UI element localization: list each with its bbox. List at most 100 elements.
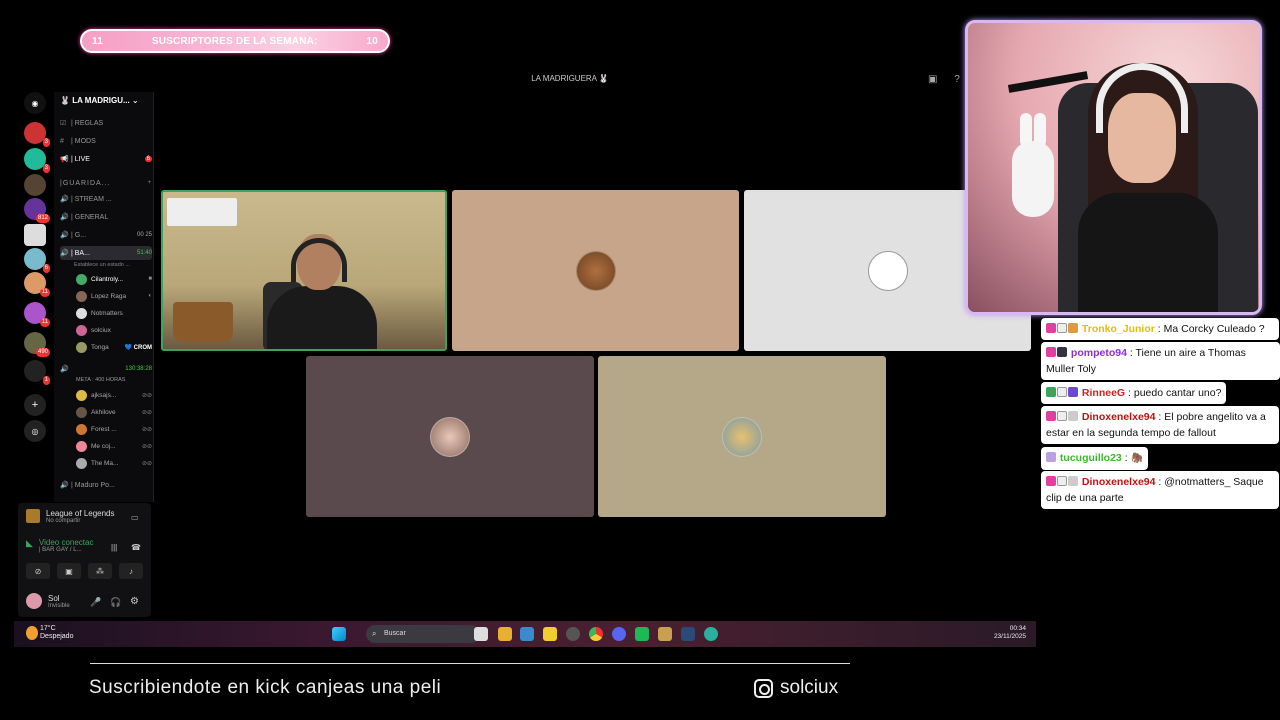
- video-tile-camera[interactable]: [161, 190, 447, 351]
- chat-username[interactable]: Dinoxenelxe94: [1082, 476, 1156, 488]
- discord-icon[interactable]: [612, 627, 626, 641]
- channel-label: | Maduro Po...: [71, 481, 115, 489]
- server-icon[interactable]: 3: [24, 122, 50, 147]
- chat-text: : El pobre angelito va a estar en la seg…: [1046, 411, 1266, 439]
- channel-general[interactable]: 🔊 | GENERAL: [60, 210, 152, 224]
- channel-mods[interactable]: # | MODS: [60, 134, 152, 148]
- video-tile[interactable]: [598, 356, 886, 517]
- badge-icon: [1057, 411, 1067, 421]
- chat-username[interactable]: pompeto94: [1071, 347, 1127, 359]
- noise-suppression-icon[interactable]: |||: [111, 543, 117, 552]
- headphones-icon[interactable]: 🎧: [110, 597, 121, 608]
- badge-icon: [1057, 387, 1067, 397]
- voice-user[interactable]: ajksajs... ⊘⊘: [76, 388, 152, 402]
- avatar: [76, 273, 87, 285]
- avatar: [26, 593, 42, 609]
- chat-username[interactable]: Tronko_Junior: [1082, 323, 1155, 335]
- server-name-label: LA MADRIGU...: [72, 96, 130, 105]
- server-badge: 11: [39, 288, 50, 297]
- activity-row[interactable]: League of Legends No compartir: [26, 509, 115, 524]
- windows-taskbar: 17°C Despejado ⌕ Buscar 00:34 23/11/2025: [14, 621, 1036, 647]
- server-icon[interactable]: 1: [24, 360, 50, 385]
- server-rail: ◉ 3 3 812 6 11 11 490 1 + ◎: [20, 92, 50, 512]
- channel-reglas[interactable]: ☑ | REGLAS: [60, 116, 152, 130]
- weather-temp: 17°C: [40, 625, 56, 632]
- widgets-icon[interactable]: [474, 627, 488, 641]
- help-icon[interactable]: ?: [954, 74, 960, 85]
- subscriber-bar: 11 SUSCRIPTORES DE LA SEMANA: 10: [80, 29, 390, 53]
- status-prompt[interactable]: Establece un estado ...: [60, 258, 152, 272]
- voice-user[interactable]: Forest ... ⊘⊘: [76, 422, 152, 436]
- voice-user[interactable]: Akhilove ⊘⊘: [76, 405, 152, 419]
- server-icon[interactable]: 812: [24, 198, 50, 223]
- muted-icon: ⊘⊘: [141, 443, 152, 450]
- chrome-icon[interactable]: [589, 627, 603, 641]
- channel-label: | REGLAS: [71, 119, 104, 127]
- channel-stream[interactable]: 🔊 | STREAM ...: [60, 192, 152, 206]
- chat-username[interactable]: tucuguillo23: [1060, 452, 1122, 464]
- inbox-icon[interactable]: ▣: [928, 74, 937, 85]
- chat-message: Dinoxenelxe94 : El pobre angelito va a e…: [1041, 406, 1279, 444]
- server-icon[interactable]: 3: [24, 148, 50, 173]
- video-tile[interactable]: [452, 190, 739, 351]
- microphone-icon[interactable]: 🎤: [90, 597, 101, 608]
- explore-icon[interactable]: ◎: [24, 420, 46, 442]
- start-icon[interactable]: [332, 627, 346, 641]
- activities-button[interactable]: ⁂: [88, 563, 112, 579]
- server-name[interactable]: 🐰 LA MADRIGU... ⌄: [60, 96, 150, 105]
- server-icon[interactable]: 11: [24, 302, 50, 327]
- file-explorer-icon[interactable]: [498, 627, 512, 641]
- server-icon[interactable]: [24, 224, 46, 246]
- avatar: [76, 406, 87, 418]
- settings-gear-icon[interactable]: ⚙: [130, 596, 139, 607]
- voice-user[interactable]: solciux: [76, 323, 152, 337]
- server-icon[interactable]: 6: [24, 248, 50, 273]
- server-icon[interactable]: 11: [24, 272, 50, 297]
- footer-promo-text: Suscribiendote en kick canjeas una peli: [89, 677, 442, 698]
- league-icon[interactable]: [658, 627, 672, 641]
- server-badge: 1: [42, 376, 50, 385]
- discord-window-title: LA MADRIGUERA 🐰: [531, 74, 609, 83]
- photos-icon[interactable]: [520, 627, 534, 641]
- chat-username[interactable]: Dinoxenelxe94: [1082, 411, 1156, 423]
- subscriber-right-count: 10: [366, 35, 378, 47]
- sticky-notes-icon[interactable]: [543, 627, 557, 641]
- voice-user[interactable]: Notmatters: [76, 306, 152, 320]
- camera-icon: ■: [148, 276, 152, 282]
- voice-user[interactable]: Cilantroly... ■: [76, 272, 152, 286]
- avatar: [76, 389, 87, 401]
- channel-label: | BA...: [71, 249, 90, 257]
- screen-share-button[interactable]: ▣: [57, 563, 81, 579]
- badge-icon: [1068, 387, 1078, 397]
- channel-maduro[interactable]: 🔊 | Maduro Po...: [60, 478, 152, 492]
- obs-icon[interactable]: [566, 627, 580, 641]
- system-clock[interactable]: 00:34 23/11/2025: [994, 625, 1026, 641]
- channel-live[interactable]: 📢 | LIVE 6: [60, 152, 152, 166]
- camera-off-button[interactable]: ⊘: [26, 563, 50, 579]
- server-icon[interactable]: 490: [24, 332, 50, 357]
- voice-user[interactable]: Lopez Raga ◐: [76, 289, 152, 303]
- steam-icon[interactable]: [681, 627, 695, 641]
- video-tile[interactable]: [306, 356, 594, 517]
- soundboard-button[interactable]: ♪: [119, 563, 143, 579]
- streamer-person: [267, 234, 377, 349]
- category-guarida[interactable]: |GUARIDA... +: [60, 176, 152, 190]
- voice-user[interactable]: Me coj... ⊘⊘: [76, 439, 152, 453]
- taskbar-search[interactable]: ⌕ Buscar: [366, 625, 480, 643]
- badge-icon: [1046, 323, 1056, 333]
- voice-status-row[interactable]: ◣ Video conectac | BAR GAY / L...: [26, 538, 93, 553]
- server-icon[interactable]: [24, 174, 46, 196]
- channel-g[interactable]: 🔊 | G... 00 25: [60, 228, 152, 242]
- play-icon[interactable]: [635, 627, 649, 641]
- edge-icon[interactable]: [704, 627, 718, 641]
- chat-username[interactable]: RinneeG: [1082, 387, 1125, 399]
- add-channel-icon[interactable]: +: [147, 180, 152, 186]
- voice-user[interactable]: Tonga 💙 CROM: [76, 340, 152, 354]
- add-server-icon[interactable]: +: [24, 394, 46, 416]
- user-row[interactable]: Sol Invisible: [26, 593, 70, 609]
- discord-home-icon[interactable]: ◉: [24, 92, 46, 114]
- disconnect-icon[interactable]: ☎: [131, 543, 141, 552]
- voice-user[interactable]: The Ma... ⊘⊘: [76, 456, 152, 470]
- screen-share-icon[interactable]: ▭: [131, 513, 139, 522]
- weather-widget[interactable]: 17°C Despejado: [40, 625, 73, 641]
